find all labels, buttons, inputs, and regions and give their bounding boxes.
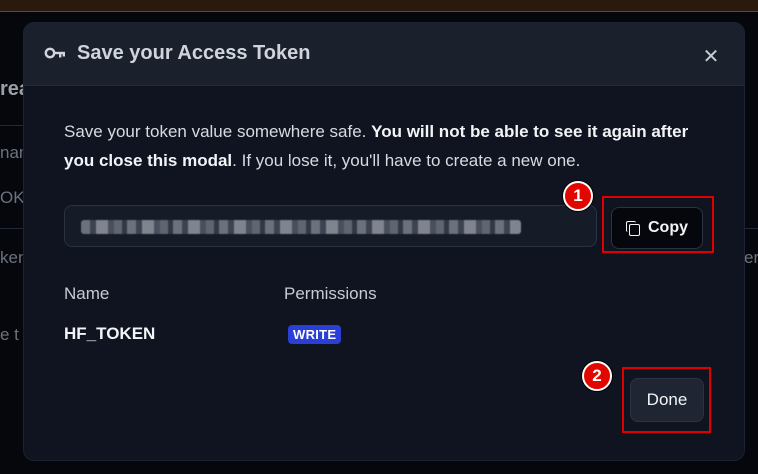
background-divider [0, 125, 24, 126]
done-highlight-box [622, 367, 711, 433]
step-marker-2: 2 [582, 361, 612, 391]
background-text: OK [0, 188, 24, 207]
key-icon [44, 47, 65, 59]
intro-part-1: Save your token value somewhere safe. [64, 122, 372, 141]
background-text: nam [0, 143, 24, 162]
background-topbar [0, 0, 758, 12]
background-text: ere [744, 248, 758, 267]
intro-part-2: . If you lose it, you'll have to create … [232, 151, 581, 170]
redacted-token-value [81, 220, 521, 234]
background-text: e t [0, 325, 19, 344]
close-button[interactable]: ✕ [700, 45, 722, 68]
close-icon: ✕ [702, 45, 720, 68]
intro-text: Save your token value somewhere safe. Yo… [64, 117, 714, 175]
background-divider [744, 228, 758, 229]
modal-title: Save your Access Token [77, 42, 311, 64]
token-name: HF_TOKEN [64, 324, 156, 343]
background-divider [0, 228, 24, 229]
copy-highlight-box [602, 196, 714, 253]
permissions-column-header: Permissions [284, 284, 377, 303]
background-text: ken [0, 248, 24, 267]
token-value-field[interactable] [64, 205, 597, 247]
permission-badge: WRITE [288, 325, 342, 344]
step-marker-1: 1 [563, 181, 593, 211]
name-column-header: Name [64, 284, 110, 303]
modal-header: Save your Access Token ✕ [24, 23, 744, 86]
background-text: reat [0, 78, 24, 100]
